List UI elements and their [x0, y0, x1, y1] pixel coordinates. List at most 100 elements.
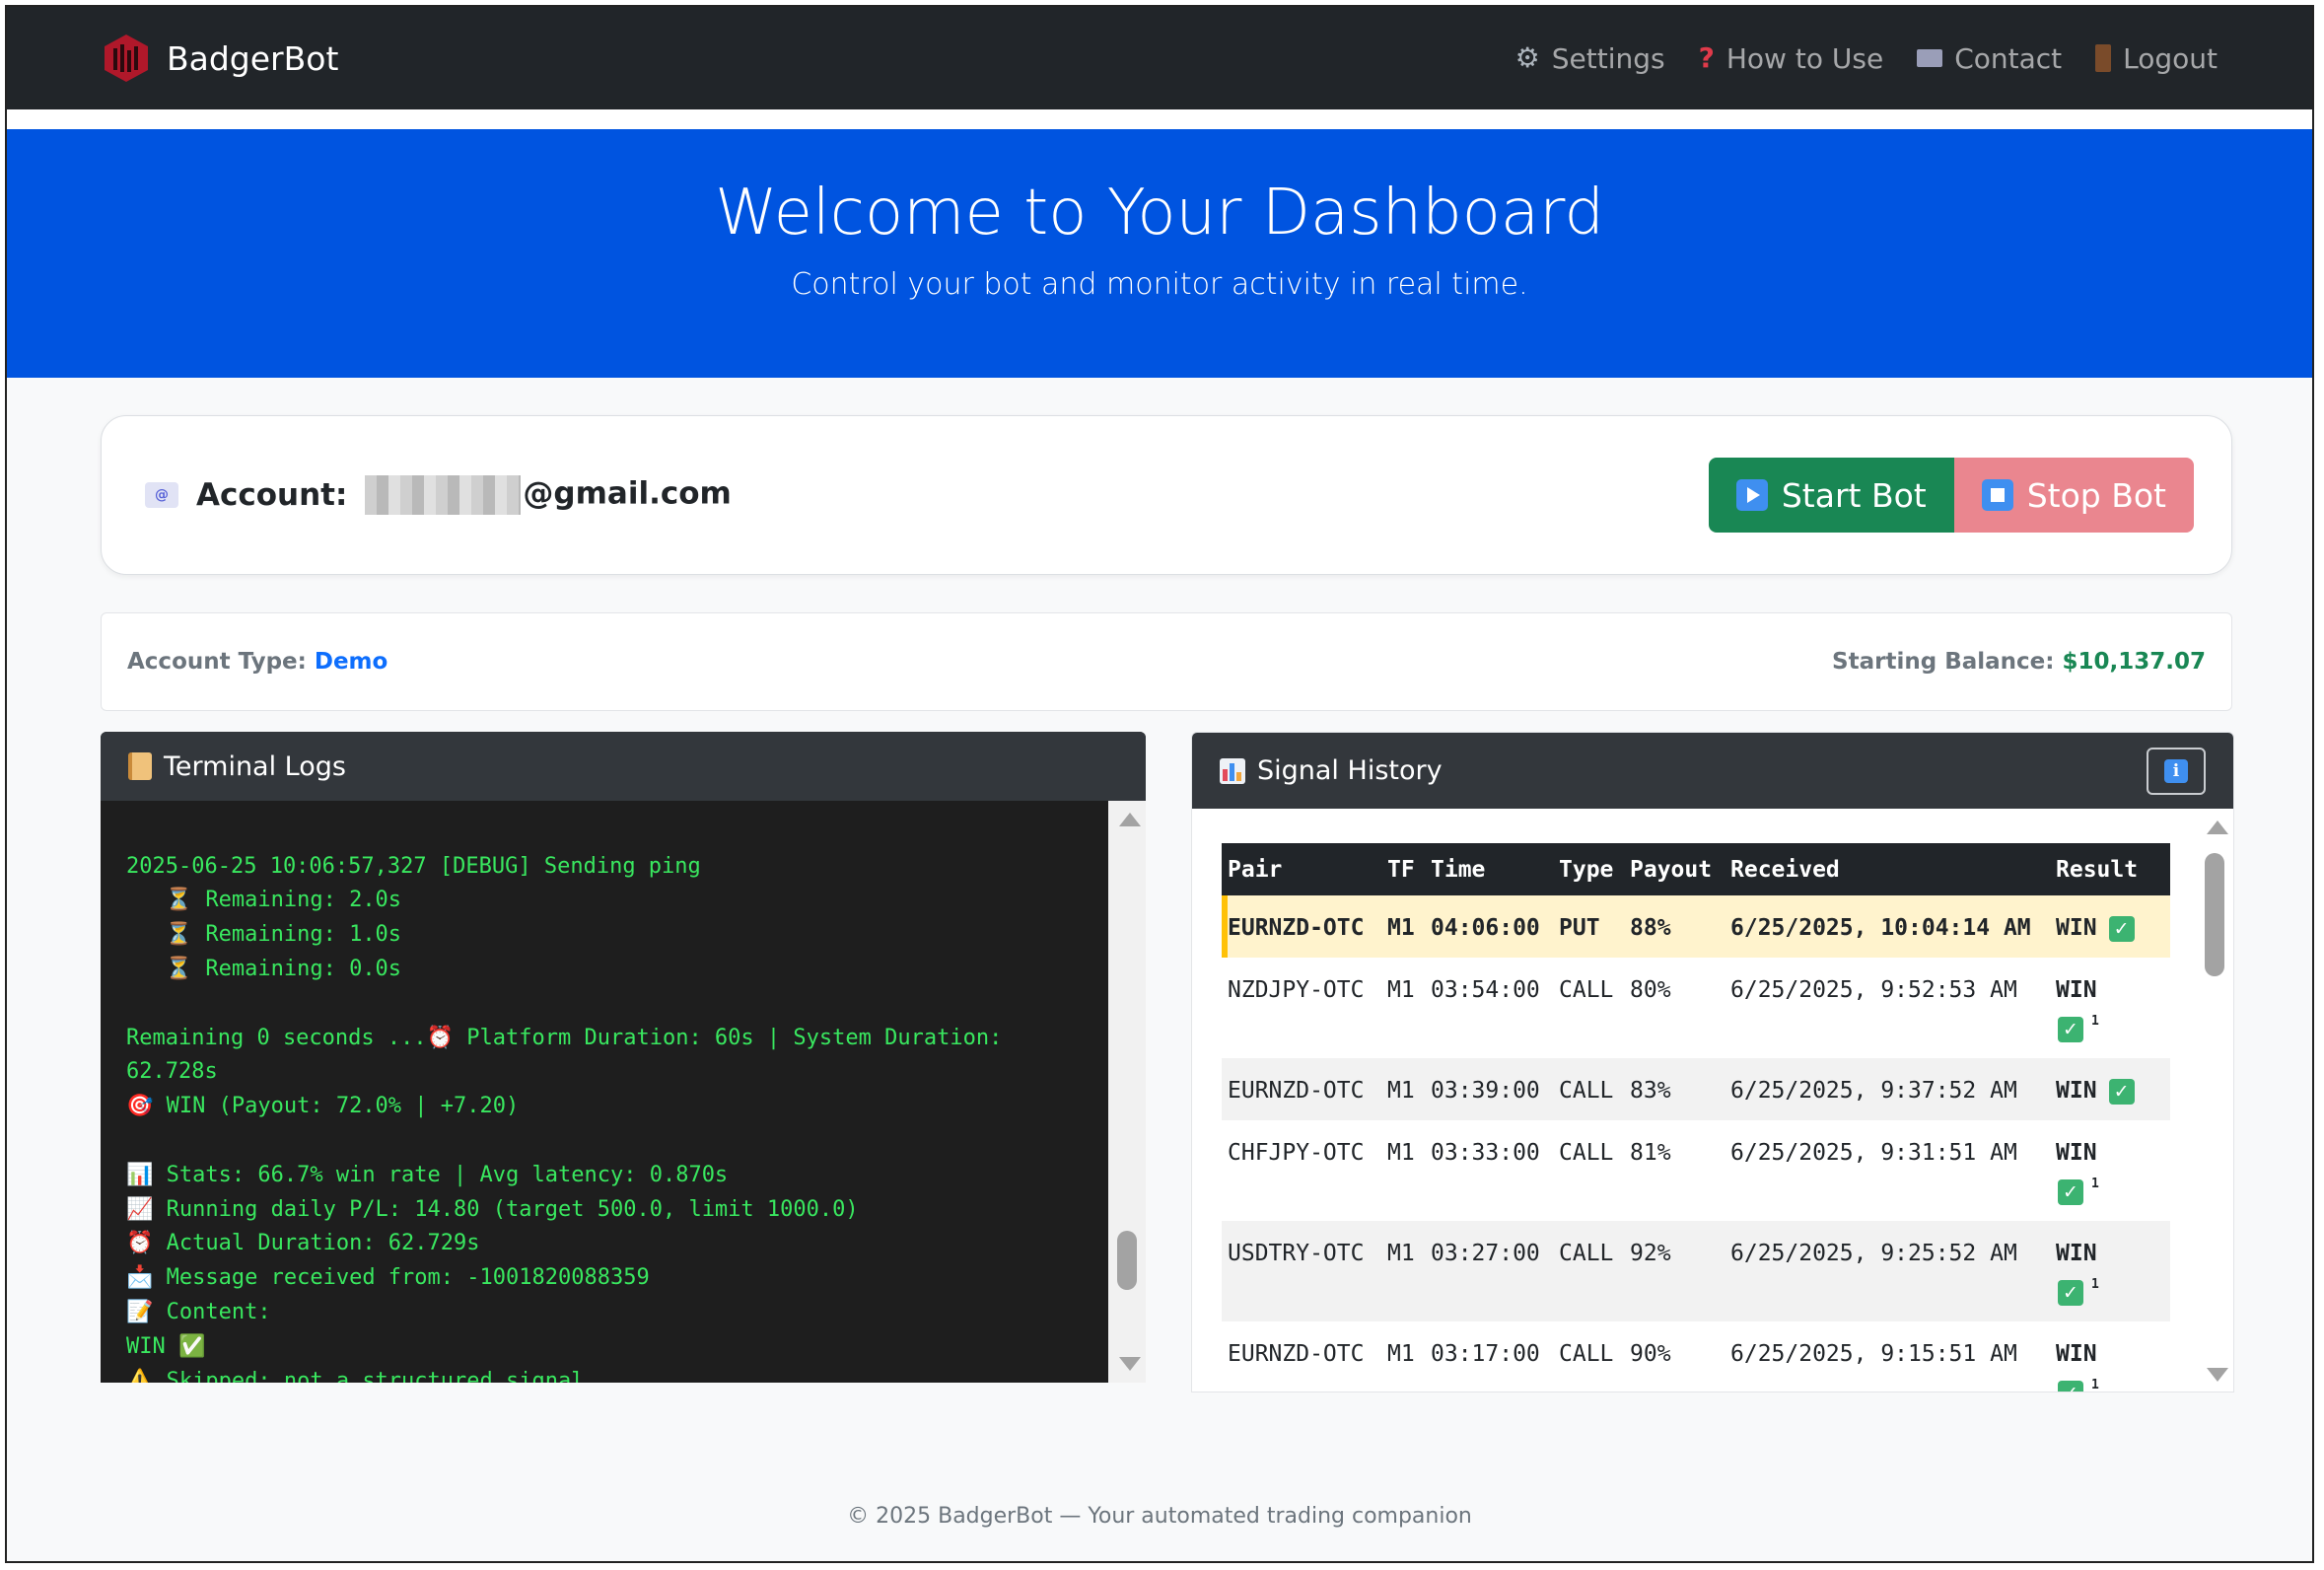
cell-payout: 88%: [1624, 895, 1725, 958]
account-card: @ Account: @gmail.com Start Bot Stop Bot: [101, 415, 2232, 575]
cell-tf: M1: [1387, 977, 1415, 1003]
signal-history-panel: Signal History i Pair TF Time Type Payou…: [1191, 732, 2234, 1392]
nav-how-to-use-label: How to Use: [1725, 41, 1884, 75]
nav-how-to-use[interactable]: ? How to Use: [1699, 42, 1884, 75]
signal-scroll-down-arrow-icon[interactable]: [2207, 1368, 2228, 1382]
nav-settings[interactable]: ⚙ Settings: [1515, 42, 1665, 75]
cell-pair: CHFJPY-OTC: [1228, 1140, 1365, 1166]
envelope-icon: [1917, 49, 1943, 67]
signal-scroll-up-arrow-icon[interactable]: [2207, 821, 2228, 834]
account-email-domain: @gmail.com: [523, 475, 732, 512]
page-subtitle: Control your bot and monitor activity in…: [791, 267, 1528, 302]
table-row[interactable]: CHFJPY-OTC M1 03:33:00 CALL 81% 6/25/2025, 9:…: [1222, 1120, 2170, 1221]
info-icon: i: [2164, 758, 2188, 783]
door-icon: [2095, 44, 2112, 72]
checkmark-icon: ✓: [2058, 1380, 2083, 1392]
col-type: Type: [1553, 843, 1624, 895]
terminal-lines: 2025-06-25 10:06:57,327 [DEBUG] Sending …: [126, 850, 1083, 1383]
nav-settings-label: Settings: [1551, 41, 1665, 75]
cell-time: 04:06:00: [1425, 895, 1553, 958]
account-type-label: Account Type:: [127, 649, 307, 675]
starting-balance-value: $10,137.07: [2062, 649, 2206, 675]
footer: © 2025 BadgerBot — Your automated tradin…: [847, 1504, 1472, 1529]
signal-scrollbar[interactable]: [2196, 809, 2233, 1392]
start-bot-button[interactable]: Start Bot: [1708, 458, 1954, 533]
badger-logo-icon: [105, 35, 148, 82]
scroll-down-arrow-icon[interactable]: [1119, 1357, 1141, 1371]
nav-contact-label: Contact: [1954, 41, 2063, 75]
table-row[interactable]: EURNZD-OTC M1 04:06:00 PUT 88% 6/25/2025, 10:…: [1222, 895, 2170, 958]
cell-result: WIN ✓ 1: [2050, 1221, 2170, 1321]
terminal-scrollbar[interactable]: [1108, 801, 1146, 1383]
checkmark-icon: ✓: [2058, 1279, 2083, 1306]
cell-result: WIN ✓: [2050, 895, 2170, 958]
cell-result: WIN ✓ 1: [2050, 1321, 2170, 1392]
checkmark-icon: ✓: [2108, 915, 2135, 942]
terminal-line: 🎯 WIN (Payout: 72.0% | +7.20): [126, 1094, 520, 1119]
nav-logout-label: Logout: [2123, 41, 2218, 75]
col-time: Time: [1425, 843, 1553, 895]
cell-time: 03:27:00: [1425, 1221, 1553, 1321]
terminal-line: 2025-06-25 10:06:57,327 [DEBUG] Sending …: [126, 853, 701, 879]
brand[interactable]: BadgerBot: [102, 33, 338, 84]
scroll-icon: [128, 752, 152, 780]
terminal-scroll-thumb[interactable]: [1117, 1231, 1137, 1290]
cell-tf: M1: [1381, 1058, 1425, 1120]
account-type-value: Demo: [314, 649, 388, 675]
checkmark-icon: ✓: [2058, 1016, 2083, 1042]
signal-history-title: Signal History: [1257, 755, 1443, 786]
table-row[interactable]: NZDJPY-OTC M1 03:54:00 CALL 80% 6/25/2025, 9:…: [1222, 958, 2170, 1058]
terminal-line: 📝 Content:: [126, 1299, 271, 1324]
table-row[interactable]: EURNZD-OTC M1 03:39:00 CALL 83% 6/25/2025, 9:…: [1222, 1058, 2170, 1120]
cell-type: PUT: [1553, 895, 1624, 958]
signal-history-header: Signal History i: [1192, 733, 2233, 809]
starting-balance: Starting Balance: $10,137.07: [1832, 649, 2206, 675]
cell-type: CALL: [1559, 1341, 1614, 1367]
cell-payout: 90%: [1630, 1341, 1671, 1367]
terminal-line: ⏳ Remaining: 2.0s: [126, 888, 402, 913]
cell-received: 6/25/2025, 9:25:52 AM: [1725, 1221, 2050, 1321]
navbar-spacer: [7, 109, 2312, 129]
question-icon: ?: [1698, 41, 1715, 74]
cell-payout: 80%: [1630, 977, 1671, 1003]
info-button[interactable]: i: [2147, 747, 2206, 795]
scroll-up-arrow-icon[interactable]: [1119, 813, 1141, 826]
signal-scroll-thumb[interactable]: [2205, 853, 2224, 976]
cell-received: 6/25/2025, 10:04:14 AM: [1725, 895, 2050, 958]
cell-time: 03:39:00: [1425, 1058, 1553, 1120]
terminal-line: 62.728s: [126, 1059, 218, 1085]
table-row[interactable]: USDTRY-OTC M1 03:27:00 CALL 92% 6/25/2025, 9:…: [1222, 1221, 2170, 1321]
cell-type: CALL: [1553, 1058, 1624, 1120]
cell-payout: 92%: [1624, 1221, 1725, 1321]
stop-bot-label: Stop Bot: [2026, 475, 2166, 515]
cell-received: 6/25/2025, 9:31:51 AM: [1730, 1140, 2017, 1166]
terminal-line: 📩 Message received from: -1001820088359: [126, 1265, 650, 1291]
cell-pair: USDTRY-OTC: [1222, 1221, 1381, 1321]
account-email: @gmail.com: [365, 475, 732, 515]
table-row[interactable]: EURNZD-OTC M1 03:17:00 CALL 90% 6/25/2025, 9:…: [1222, 1321, 2170, 1392]
terminal-line: ⏳ Remaining: 0.0s: [126, 956, 402, 981]
terminal-output[interactable]: 2025-06-25 10:06:57,327 [DEBUG] Sending …: [101, 801, 1108, 1383]
play-icon: [1735, 479, 1768, 511]
app-window: BadgerBot ⚙ Settings ? How to Use Contac…: [5, 5, 2314, 1563]
result-text: WIN: [2056, 977, 2097, 1003]
nav-logout[interactable]: Logout: [2095, 42, 2218, 75]
account-label: Account:: [196, 477, 348, 513]
signal-table-wrapper[interactable]: Pair TF Time Type Payout Received Result…: [1222, 843, 2170, 1392]
cell-tf: M1: [1387, 1341, 1415, 1367]
terminal-title: Terminal Logs: [164, 750, 346, 782]
result-count: 1: [2091, 1378, 2099, 1392]
starting-balance-label: Starting Balance:: [1832, 649, 2055, 675]
cell-result: WIN ✓: [2050, 1058, 2170, 1120]
cell-type: CALL: [1559, 977, 1614, 1003]
cell-type: CALL: [1553, 1221, 1624, 1321]
stop-bot-button[interactable]: Stop Bot: [1953, 458, 2194, 533]
nav-contact[interactable]: Contact: [1917, 42, 2062, 75]
cell-tf: M1: [1381, 1221, 1425, 1321]
cell-received: 6/25/2025, 9:52:53 AM: [1730, 977, 2017, 1003]
result-count: 1: [2091, 1177, 2099, 1191]
top-navbar: BadgerBot ⚙ Settings ? How to Use Contac…: [7, 7, 2312, 109]
result-text: WIN: [2056, 1078, 2097, 1104]
